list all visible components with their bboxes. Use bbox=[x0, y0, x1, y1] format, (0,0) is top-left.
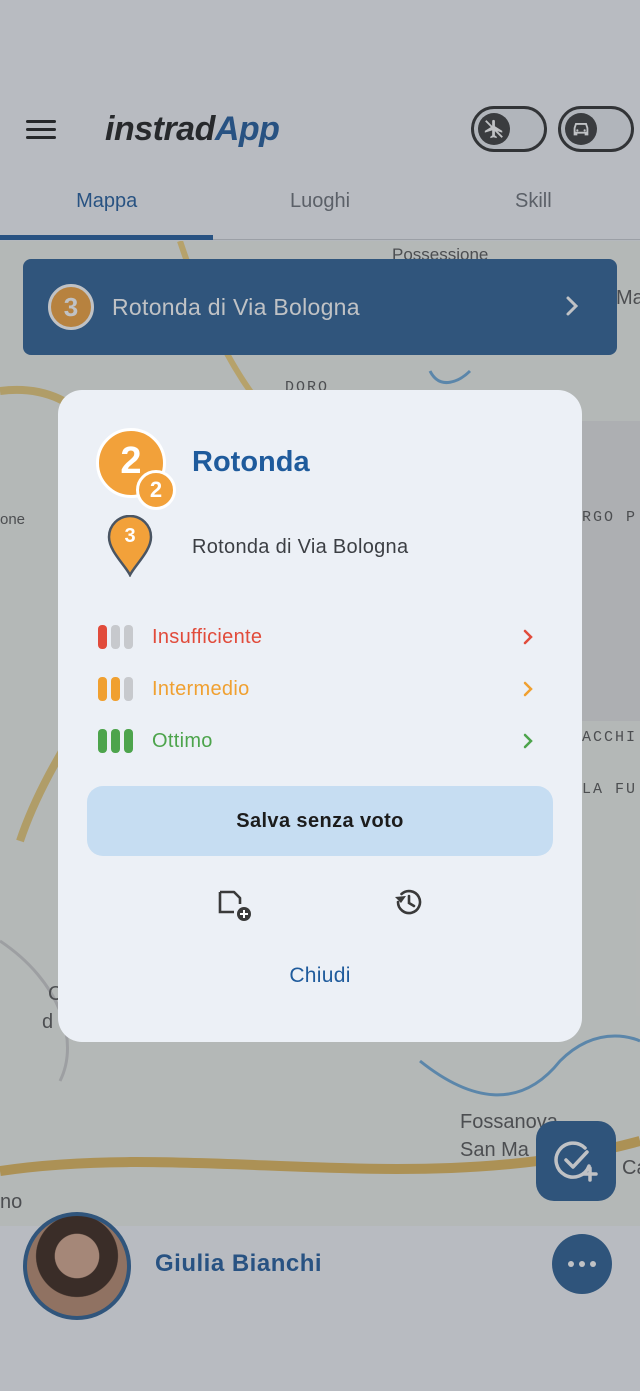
rating-bars-icon bbox=[98, 677, 152, 701]
history-icon bbox=[395, 889, 422, 915]
history-button[interactable] bbox=[385, 878, 433, 926]
chevron-right-icon bbox=[523, 681, 533, 697]
save-without-vote-button[interactable]: Salva senza voto bbox=[87, 786, 553, 856]
rating-option-intermedio[interactable]: Intermedio bbox=[98, 667, 542, 711]
chevron-right-icon bbox=[523, 733, 533, 749]
dialog-subtitle: Rotonda di Via Bologna bbox=[192, 536, 409, 558]
note-add-icon bbox=[218, 890, 251, 921]
rating-bars-icon bbox=[98, 625, 152, 649]
close-dialog-link[interactable]: Chiudi bbox=[58, 964, 582, 988]
dialog-title: Rotonda bbox=[192, 446, 310, 478]
rating-label: Ottimo bbox=[152, 729, 213, 752]
rating-dialog: 2 2 Rotonda 3 Rotonda di Via Bologna Ins… bbox=[58, 390, 582, 1042]
sub-level-badge: 2 bbox=[136, 470, 176, 510]
rating-label: Insufficiente bbox=[152, 625, 263, 648]
rating-option-ottimo[interactable]: Ottimo bbox=[98, 719, 542, 763]
pin-number: 3 bbox=[124, 525, 136, 547]
rating-bars-icon bbox=[98, 729, 152, 753]
chevron-right-icon bbox=[523, 629, 533, 645]
map-pin-icon: 3 bbox=[107, 514, 153, 578]
rating-label: Intermedio bbox=[152, 677, 250, 700]
rating-option-insufficiente[interactable]: Insufficiente bbox=[98, 615, 542, 659]
add-note-button[interactable] bbox=[210, 880, 258, 928]
